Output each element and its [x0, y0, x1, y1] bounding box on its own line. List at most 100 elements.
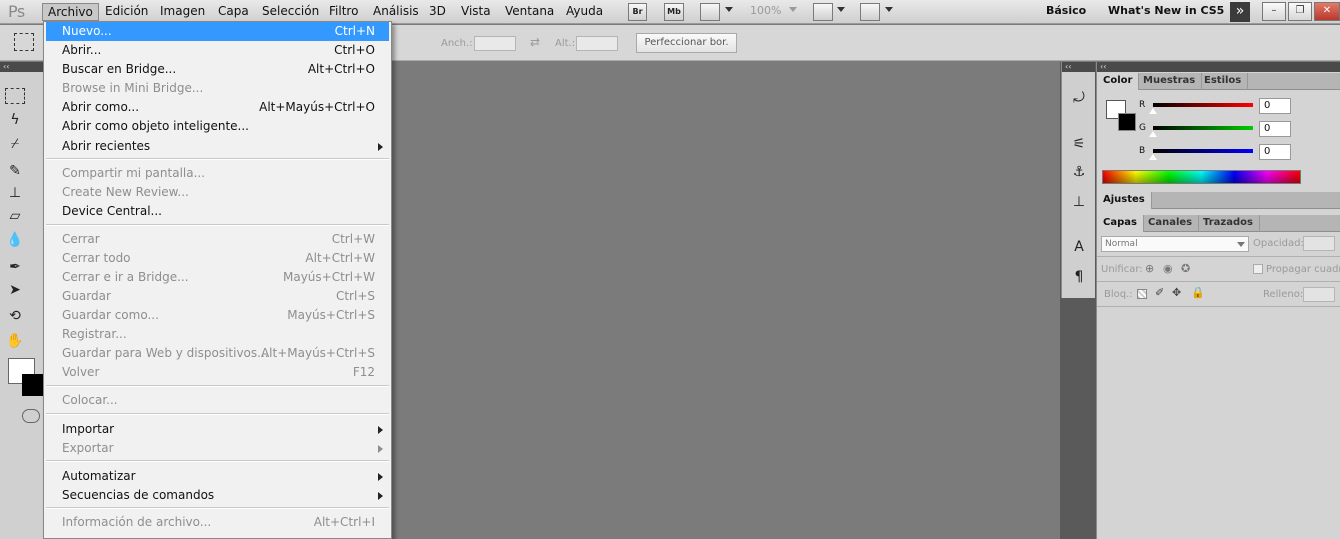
channel-g-value[interactable]: 0 [1259, 121, 1291, 137]
tool-presets-icon[interactable]: ⊥ [1069, 192, 1089, 212]
propagate-checkbox[interactable] [1253, 264, 1263, 274]
zoom-level[interactable]: 100% [750, 4, 781, 17]
opacity-field[interactable] [1303, 236, 1335, 251]
chevron-down-icon[interactable] [837, 7, 845, 12]
slider-thumb-r[interactable] [1149, 108, 1157, 114]
menu-item-abrir-objeto[interactable]: Abrir como objeto inteligente... [46, 117, 389, 136]
menu-analisis[interactable]: Análisis [368, 3, 424, 21]
menu-imagen[interactable]: Imagen [155, 3, 210, 21]
menu-ventana[interactable]: Ventana [500, 3, 559, 21]
menu-item-importar[interactable]: Importar [46, 420, 389, 439]
lasso-tool-icon[interactable]: ϟ [5, 111, 25, 129]
color-spectrum[interactable] [1102, 170, 1301, 184]
menu-item-label: Colocar... [62, 393, 118, 407]
marquee-tool-icon[interactable] [5, 88, 25, 104]
rect-marquee-tool-icon[interactable] [14, 33, 34, 51]
menu-item-label: Guardar como... [62, 308, 159, 322]
workspace-basico[interactable]: Básico [1046, 4, 1086, 17]
menu-item-label: Exportar [62, 441, 114, 455]
clone-source-icon[interactable]: ⚓ [1069, 162, 1089, 182]
character-icon[interactable]: A [1069, 237, 1089, 257]
menu-item-nuevo[interactable]: Nuevo... Ctrl+N [46, 22, 389, 41]
view-extras-icon[interactable] [700, 3, 720, 21]
lock-paint-icon[interactable]: ✐ [1155, 286, 1164, 299]
menu-archivo[interactable]: Archivo [42, 3, 99, 21]
menu-edicion[interactable]: Edición [100, 3, 153, 21]
slider-thumb-g[interactable] [1149, 131, 1157, 137]
tab-trazados[interactable]: Trazados [1197, 215, 1260, 232]
menu-vista[interactable]: Vista [456, 3, 496, 21]
width-field[interactable] [474, 36, 516, 51]
tab-color[interactable]: Color [1097, 73, 1140, 90]
menu-item-device-central[interactable]: Device Central... [46, 202, 389, 221]
menu-item-abrir[interactable]: Abrir... Ctrl+O [46, 41, 389, 60]
tab-capas[interactable]: Capas [1097, 215, 1144, 232]
workspace-whats-new[interactable]: What's New in CS5 [1108, 4, 1224, 17]
screen-mode-icon[interactable] [860, 3, 880, 21]
close-icon[interactable]: ✕ [1314, 2, 1340, 21]
menu-seleccion[interactable]: Selección [257, 3, 324, 21]
clone-stamp-icon[interactable]: ⊥ [5, 184, 25, 202]
lock-move-icon[interactable]: ✥ [1172, 286, 1181, 299]
tab-estilos[interactable]: Estilos [1198, 73, 1249, 90]
chevron-down-icon[interactable] [725, 7, 733, 12]
mini-bridge-icon[interactable]: Mb [664, 3, 684, 21]
unify-style-icon[interactable]: ✪ [1181, 262, 1190, 275]
lock-all-icon[interactable]: 🔒 [1191, 286, 1205, 299]
color-background-swatch[interactable] [1118, 113, 1136, 131]
menu-item-automatizar[interactable]: Automatizar [46, 467, 389, 486]
minimize-icon[interactable]: – [1262, 2, 1286, 21]
tab-canales[interactable]: Canales [1142, 215, 1200, 232]
refine-edge-button[interactable]: Perfeccionar bor. [636, 33, 737, 53]
channel-r-value[interactable]: 0 [1259, 98, 1291, 114]
paragraph-icon[interactable]: ¶ [1069, 267, 1089, 287]
double-chevron-right-icon[interactable]: » [1230, 2, 1250, 22]
brush-presets-icon[interactable]: ⚟ [1069, 134, 1089, 154]
adjustments-tabs: Ajustes [1097, 192, 1340, 209]
fill-field[interactable] [1303, 287, 1335, 302]
collapse-icon[interactable]: ‹‹ [1097, 62, 1340, 72]
menu-item-abrir-recientes[interactable]: Abrir recientes [46, 137, 389, 156]
quick-mask-icon[interactable] [22, 409, 40, 423]
bridge-icon[interactable]: Br [628, 3, 647, 21]
path-selection-icon[interactable]: ➤ [5, 281, 25, 299]
slider-thumb-b[interactable] [1149, 154, 1157, 160]
menu-ayuda[interactable]: Ayuda [561, 3, 608, 21]
pen-tool-icon[interactable]: ✒ [5, 258, 25, 276]
menu-item-label: Información de archivo... [62, 515, 212, 529]
eraser-tool-icon[interactable]: ▱ [5, 207, 25, 225]
unify-position-icon[interactable]: ⊕ [1145, 262, 1154, 275]
menu-capa[interactable]: Capa [213, 3, 254, 21]
menu-filtro[interactable]: Filtro [324, 3, 363, 21]
channel-b-value[interactable]: 0 [1259, 144, 1291, 160]
menu-item-shortcut: Ctrl+O [334, 43, 375, 57]
history-icon[interactable]: ⤾ [1069, 88, 1089, 108]
slider-b[interactable] [1153, 149, 1253, 153]
menu-item-buscar-bridge[interactable]: Buscar en Bridge... Alt+Ctrl+O [46, 60, 389, 79]
blur-tool-icon[interactable]: 💧 [5, 231, 25, 249]
background-color-swatch[interactable] [22, 374, 44, 396]
unify-visibility-icon[interactable]: ◉ [1163, 262, 1173, 275]
3d-rotate-icon[interactable]: ⟲ [5, 307, 25, 325]
arrange-documents-icon[interactable] [813, 3, 833, 21]
lock-transparency-icon[interactable] [1137, 289, 1147, 299]
menu-3d[interactable]: 3D [424, 3, 451, 21]
menu-item-secuencias[interactable]: Secuencias de comandos [46, 486, 389, 505]
healing-tool-icon[interactable]: ✎ [5, 162, 25, 180]
tab-ajustes[interactable]: Ajustes [1097, 192, 1152, 209]
slider-r[interactable] [1153, 103, 1253, 107]
slider-g[interactable] [1153, 126, 1253, 130]
swap-icon[interactable]: ⇄ [530, 35, 540, 49]
collapse-icon[interactable]: ‹‹ [1062, 62, 1095, 72]
restore-icon[interactable]: ❐ [1288, 2, 1312, 21]
height-field[interactable] [576, 36, 618, 51]
collapse-icon[interactable]: ‹‹ [0, 62, 43, 72]
blend-mode-select[interactable]: Normal [1101, 236, 1249, 252]
chevron-down-icon[interactable] [885, 7, 893, 12]
crop-tool-icon[interactable]: ⌿ [5, 135, 25, 153]
menu-item-create-review: Create New Review... [46, 183, 389, 202]
opacity-label: Opacidad: [1253, 238, 1304, 249]
menu-item-abrir-como[interactable]: Abrir como... Alt+Mayús+Ctrl+O [46, 98, 389, 117]
hand-tool-icon[interactable]: ✋ [5, 332, 25, 350]
tab-muestras[interactable]: Muestras [1137, 73, 1203, 90]
